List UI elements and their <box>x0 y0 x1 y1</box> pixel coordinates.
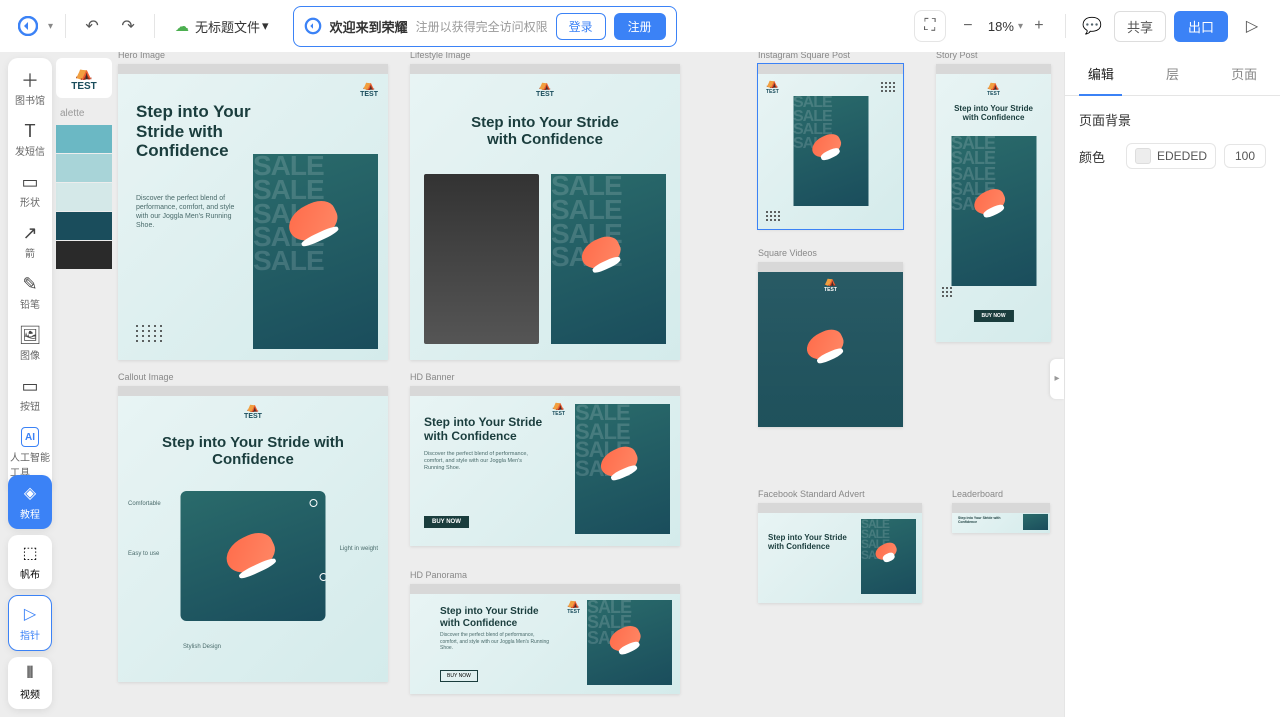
palette-header: alette <box>56 104 112 125</box>
tool-canvas[interactable]: ⬚帆布 <box>8 535 52 589</box>
tool-image[interactable]: 🖼图像 <box>10 319 50 368</box>
export-button[interactable]: 出口 <box>1174 11 1228 42</box>
artboard-label: HD Banner <box>410 372 455 382</box>
artboard-label: Instagram Square Post <box>758 52 850 60</box>
artboard-story[interactable]: Story Post TEST Step into Your Stride wi… <box>936 64 1051 342</box>
tab-layer[interactable]: 层 <box>1137 52 1209 95</box>
artboard-label: Story Post <box>936 52 978 60</box>
document-name: 无标题文件 <box>195 17 260 36</box>
chevron-down-icon[interactable]: ▾ <box>48 21 53 32</box>
tool-arrow[interactable]: ↗箭 <box>10 217 50 266</box>
buy-now-button: BUY NOW <box>973 310 1013 322</box>
app-logo-menu[interactable] <box>12 10 44 42</box>
tool-pointer[interactable]: ▷指针 <box>8 595 52 651</box>
layers-icon: ◈ <box>24 483 36 503</box>
zoom-controls: − 18% ▾ + <box>954 12 1053 40</box>
right-panel-tabs: 编辑 层 页面 <box>1065 52 1280 96</box>
chevron-down-icon: ▾ <box>262 18 269 34</box>
cloud-sync-icon: ☁ <box>175 18 189 35</box>
zoom-out-button[interactable]: − <box>956 14 980 38</box>
color-swatch[interactable] <box>56 212 112 240</box>
artboard-label: Facebook Standard Advert <box>758 489 865 499</box>
pencil-icon: ✎ <box>22 274 37 294</box>
undo-button[interactable]: ↶ <box>78 12 106 40</box>
video-icon: ⫴ <box>27 665 34 683</box>
arrow-icon: ↗ <box>22 223 37 243</box>
brand-logo-swatch[interactable]: ⛺ TEST <box>56 58 112 98</box>
artboard-label: HD Panorama <box>410 570 467 580</box>
section-title: 页面背景 <box>1079 110 1266 129</box>
color-swatch[interactable] <box>56 183 112 211</box>
artboard-label: Leaderboard <box>952 489 1003 499</box>
artboard-hdbanner[interactable]: HD Banner Step into Your Stride with Con… <box>410 386 680 546</box>
tool-pencil[interactable]: ✎铅笔 <box>10 268 50 317</box>
artboard-leaderboard[interactable]: Leaderboard Step into Your Stride with C… <box>952 503 1050 533</box>
plus-icon: ＋ <box>21 70 39 90</box>
document-title[interactable]: ☁ 无标题文件 ▾ <box>167 13 277 40</box>
artboard-square-video[interactable]: Square Videos TEST <box>758 262 903 427</box>
color-swatch[interactable] <box>56 241 112 269</box>
left-toolbar-bottom: ◈教程 ⬚帆布 ▷指针 ⫴视频 <box>8 475 52 709</box>
fit-view-button[interactable]: ⛶ <box>914 10 946 42</box>
zoom-in-button[interactable]: + <box>1027 14 1051 38</box>
left-toolbar: ＋图书馆 T发短信 ▭形状 ↗箭 ✎铅笔 🖼图像 ▭按钮 AI人工智能工具 <box>8 58 52 491</box>
tab-page[interactable]: 页面 <box>1208 52 1280 95</box>
artboard-hero[interactable]: Hero Image TEST Step into Your Stride wi… <box>118 64 388 360</box>
artboard-callout[interactable]: Callout Image TEST Step into Your Stride… <box>118 386 388 682</box>
artboard-label: Lifestyle Image <box>410 52 471 60</box>
tab-edit[interactable]: 编辑 <box>1065 52 1137 95</box>
app-icon <box>304 17 322 35</box>
welcome-title: 欢迎来到荣耀 <box>330 17 408 36</box>
artboard-label: Callout Image <box>118 372 174 382</box>
tool-library[interactable]: ＋图书馆 <box>10 64 50 113</box>
artboard-hdpanorama[interactable]: HD Panorama Step into Your Stride with C… <box>410 584 680 694</box>
lifestyle-photo <box>424 174 539 344</box>
artboard-facebook-ad[interactable]: Facebook Standard Advert Step into Your … <box>758 503 922 603</box>
buy-now-button: BUY NOW <box>424 516 469 528</box>
palette-panel: ⛺ TEST alette <box>56 58 112 270</box>
register-button[interactable]: 注册 <box>614 13 666 40</box>
collapse-right-panel[interactable]: ▸ <box>1050 359 1064 399</box>
color-swatch[interactable] <box>56 154 112 182</box>
color-swatch-icon <box>1135 148 1151 164</box>
dots-decoration <box>136 325 163 342</box>
tool-button[interactable]: ▭按钮 <box>10 370 50 419</box>
canvas-area[interactable]: Hero Image TEST Step into Your Stride wi… <box>0 52 1064 717</box>
color-hex-value: EDEDED <box>1157 149 1207 163</box>
play-button[interactable]: ▷ <box>1236 10 1268 42</box>
color-input[interactable]: EDEDED <box>1126 143 1216 169</box>
artboard-label: Square Videos <box>758 248 817 258</box>
artboard-lifestyle[interactable]: Lifestyle Image TEST Step into Your Stri… <box>410 64 680 360</box>
rectangle-icon: ▭ <box>21 172 38 192</box>
tool-shape[interactable]: ▭形状 <box>10 166 50 215</box>
artboard-instagram[interactable]: Instagram Square Post TEST SALESALESALES… <box>758 64 903 229</box>
tool-text[interactable]: T发短信 <box>10 115 50 164</box>
color-label: 颜色 <box>1079 147 1118 166</box>
button-icon: ▭ <box>21 376 38 396</box>
image-icon: 🖼 <box>19 325 42 345</box>
crop-icon: ⬚ <box>22 543 37 563</box>
welcome-banner: 欢迎来到荣耀 注册以获得完全访问权限 登录 注册 <box>293 6 677 47</box>
buy-now-button: BUY NOW <box>440 670 478 682</box>
welcome-subtitle: 注册以获得完全访问权限 <box>416 18 548 35</box>
artboard-label: Hero Image <box>118 52 165 60</box>
top-toolbar: ▾ ↶ ↷ ☁ 无标题文件 ▾ 欢迎来到荣耀 注册以获得完全访问权限 登录 注册… <box>0 0 1280 52</box>
tool-tutorial[interactable]: ◈教程 <box>8 475 52 529</box>
zoom-value[interactable]: 18% <box>984 19 1018 34</box>
opacity-input[interactable] <box>1224 144 1266 168</box>
redo-button[interactable]: ↷ <box>114 12 142 40</box>
ai-icon: AI <box>21 427 39 447</box>
text-icon: T <box>25 121 36 141</box>
share-button[interactable]: 共享 <box>1114 11 1166 42</box>
pointer-icon: ▷ <box>24 604 36 624</box>
color-swatch[interactable] <box>56 125 112 153</box>
chevron-down-icon[interactable]: ▾ <box>1018 21 1023 32</box>
comment-button[interactable]: 💬 <box>1078 12 1106 40</box>
tool-video[interactable]: ⫴视频 <box>8 657 52 709</box>
right-panel: 编辑 层 页面 页面背景 颜色 EDEDED <box>1064 52 1280 717</box>
login-button[interactable]: 登录 <box>556 13 606 40</box>
